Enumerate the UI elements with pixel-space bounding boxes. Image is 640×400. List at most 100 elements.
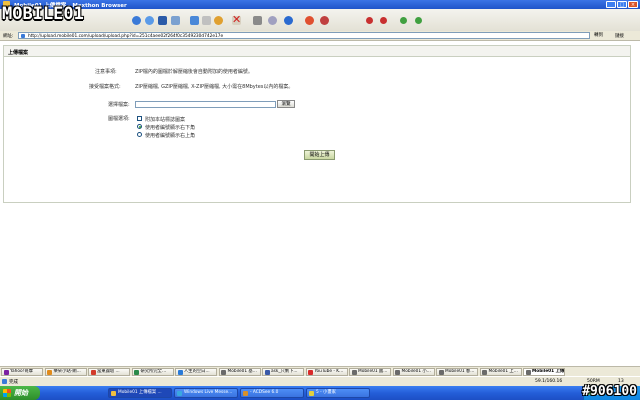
- address-input[interactable]: http://upload.mobile01.com/upload/upload…: [18, 32, 590, 39]
- file-label: 選擇檔案:: [108, 102, 130, 108]
- browser-tab[interactable]: Mobile01 上傳: [523, 368, 565, 376]
- browse-button[interactable]: 瀏覽: [277, 100, 295, 108]
- tab-label: Mobile01 上...: [488, 369, 518, 374]
- page-icon[interactable]: [400, 17, 407, 24]
- taskbar-task[interactable]: 5 - 小畫家: [306, 388, 370, 398]
- zoom-out-icon[interactable]: [380, 17, 387, 24]
- browser-tab[interactable]: 當東論壇 ...: [88, 368, 130, 376]
- tab-label: 樂朵小站-網…: [53, 369, 81, 374]
- support-text: ZIP壓縮檔, GZIP壓縮檔, X-ZIP壓縮檔, 大小需在8Mbytes以內…: [135, 84, 294, 90]
- back-icon[interactable]: [132, 16, 141, 25]
- tab-label: 當東論壇 ...: [97, 369, 120, 374]
- taskbar-task[interactable]: Windows Live Messe...: [174, 388, 238, 398]
- start-button[interactable]: 開始: [0, 386, 40, 400]
- tab-label: ask_只剩下...: [271, 369, 298, 374]
- address-label: 網址:: [3, 33, 14, 39]
- address-bar: 網址: http://upload.mobile01.com/upload/up…: [0, 31, 640, 41]
- tab-favicon-icon: [264, 370, 270, 375]
- task-label: Windows Live Messe...: [184, 390, 233, 395]
- settings-icon[interactable]: [268, 16, 277, 25]
- tab-favicon-icon: [221, 370, 226, 375]
- page-favicon-icon: [21, 34, 25, 38]
- browser-tab[interactable]: Mobile01 小...: [392, 368, 435, 376]
- browser-tab[interactable]: Mobile01 春...: [436, 368, 478, 376]
- panel-title: 上傳檔案: [8, 50, 29, 56]
- task-label: - ACDSee 6.0: [250, 390, 279, 395]
- mail-icon[interactable]: [305, 16, 314, 25]
- go-button[interactable]: 轉到: [594, 32, 612, 39]
- watermark-checkbox[interactable]: [137, 116, 142, 121]
- layout-icon[interactable]: [415, 17, 422, 24]
- minimize-button[interactable]: _: [606, 1, 616, 8]
- links-button[interactable]: 鏈接: [615, 33, 624, 39]
- file-input[interactable]: [135, 101, 276, 108]
- browser-tab[interactable]: Mobile01 基...: [218, 368, 261, 376]
- home-icon[interactable]: [190, 16, 199, 25]
- tab-favicon-icon: [47, 370, 52, 375]
- address-url: http://upload.mobile01.com/upload/upload…: [28, 33, 224, 39]
- browser-tab[interactable]: Yahoo!奇摩: [1, 368, 43, 376]
- search-icon[interactable]: [202, 16, 211, 25]
- browser-tab[interactable]: ask_只剩下...: [262, 368, 304, 376]
- maximize-button[interactable]: □: [617, 1, 627, 8]
- task-app-icon: [111, 391, 116, 396]
- taskbar-task[interactable]: - ACDSee 6.0: [240, 388, 304, 398]
- refresh-icon[interactable]: [171, 16, 180, 25]
- tab-favicon-icon: [3, 370, 9, 375]
- tab-favicon-icon: [308, 370, 313, 375]
- tab-favicon-icon: [395, 370, 400, 375]
- window-controls: _ □ ×: [606, 1, 638, 8]
- notice-label: 注意事項:: [95, 69, 117, 75]
- tab-label: Mobile01 春...: [445, 369, 475, 374]
- bottom-right-radio[interactable]: [137, 124, 142, 129]
- panel-header: 上傳檔案: [4, 46, 630, 57]
- browser-tab[interactable]: YouTube - K...: [305, 368, 348, 376]
- image-options-label: 圖檔選項:: [108, 116, 130, 122]
- tab-favicon-icon: [482, 370, 487, 375]
- tools-icon[interactable]: [253, 16, 262, 25]
- status-text: 完成: [9, 380, 18, 385]
- tab-label: 研究所完全…: [140, 369, 167, 374]
- tab-label: Yahoo!奇摩: [10, 369, 33, 374]
- browser-tab[interactable]: Mobile01 國...: [349, 368, 391, 376]
- tab-favicon-icon: [351, 370, 357, 375]
- top-right-option-label: 使用者編號顯示右上角: [145, 133, 196, 139]
- browser-tab[interactable]: 研究所完全…: [131, 368, 174, 376]
- status-stats: 59.1/160.16: [535, 379, 563, 384]
- task-label: 5 - 小畫家: [316, 390, 336, 395]
- page-content: 上傳檔案 注意事項: ZIP檔內的圖檔於解壓縮後會自動附加的使用者編號。 接受檔…: [0, 41, 640, 366]
- print-icon[interactable]: [320, 16, 329, 25]
- page-status-icon: [2, 379, 7, 384]
- plugin-icon[interactable]: [284, 16, 293, 25]
- logo-text: MOBILE01: [2, 4, 84, 24]
- task-label: Mobile01 上傳檔案 ...: [118, 390, 162, 395]
- tab-label: Mobile01 國...: [358, 369, 388, 374]
- tab-label: Mobile01 基...: [227, 369, 257, 374]
- favorites-icon[interactable]: [214, 16, 223, 25]
- top-right-radio[interactable]: [137, 132, 142, 137]
- forward-icon[interactable]: [145, 16, 154, 25]
- watermark-text: #906100: [582, 384, 637, 399]
- tab-favicon-icon: [134, 370, 139, 375]
- zoom-in-icon[interactable]: [366, 17, 373, 24]
- browser-tab[interactable]: 人生的空白...: [175, 368, 217, 376]
- browser-tab[interactable]: 樂朵小站-網…: [44, 368, 87, 376]
- tab-favicon-icon: [177, 370, 183, 375]
- close-button[interactable]: ×: [628, 1, 638, 8]
- taskbar-task[interactable]: Mobile01 上傳檔案 ...: [108, 388, 172, 398]
- tab-favicon-icon: [438, 370, 444, 375]
- stop-icon[interactable]: [158, 16, 167, 25]
- notice-text: ZIP檔內的圖檔於解壓縮後會自動附加的使用者編號。: [135, 69, 253, 75]
- tab-label: Mobile01 小...: [401, 369, 431, 374]
- bottom-right-option-label: 使用者編號顯示右下角: [145, 125, 196, 131]
- delete-icon[interactable]: ✕: [232, 14, 241, 25]
- tab-label: Mobile01 上傳: [532, 369, 565, 374]
- upload-panel: 上傳檔案 注意事項: ZIP檔內的圖檔於解壓縮後會自動附加的使用者編號。 接受檔…: [3, 45, 631, 203]
- mobile01-logo: MOBILE01: [2, 2, 126, 24]
- start-upload-button[interactable]: 開始上傳: [304, 150, 335, 160]
- tab-label: 人生的空白...: [184, 369, 210, 374]
- task-app-icon: [309, 391, 314, 396]
- watermark-option-label: 附加本站標誌圖案: [145, 117, 186, 123]
- browser-tab[interactable]: Mobile01 上...: [479, 368, 522, 376]
- task-app-icon: [177, 391, 182, 396]
